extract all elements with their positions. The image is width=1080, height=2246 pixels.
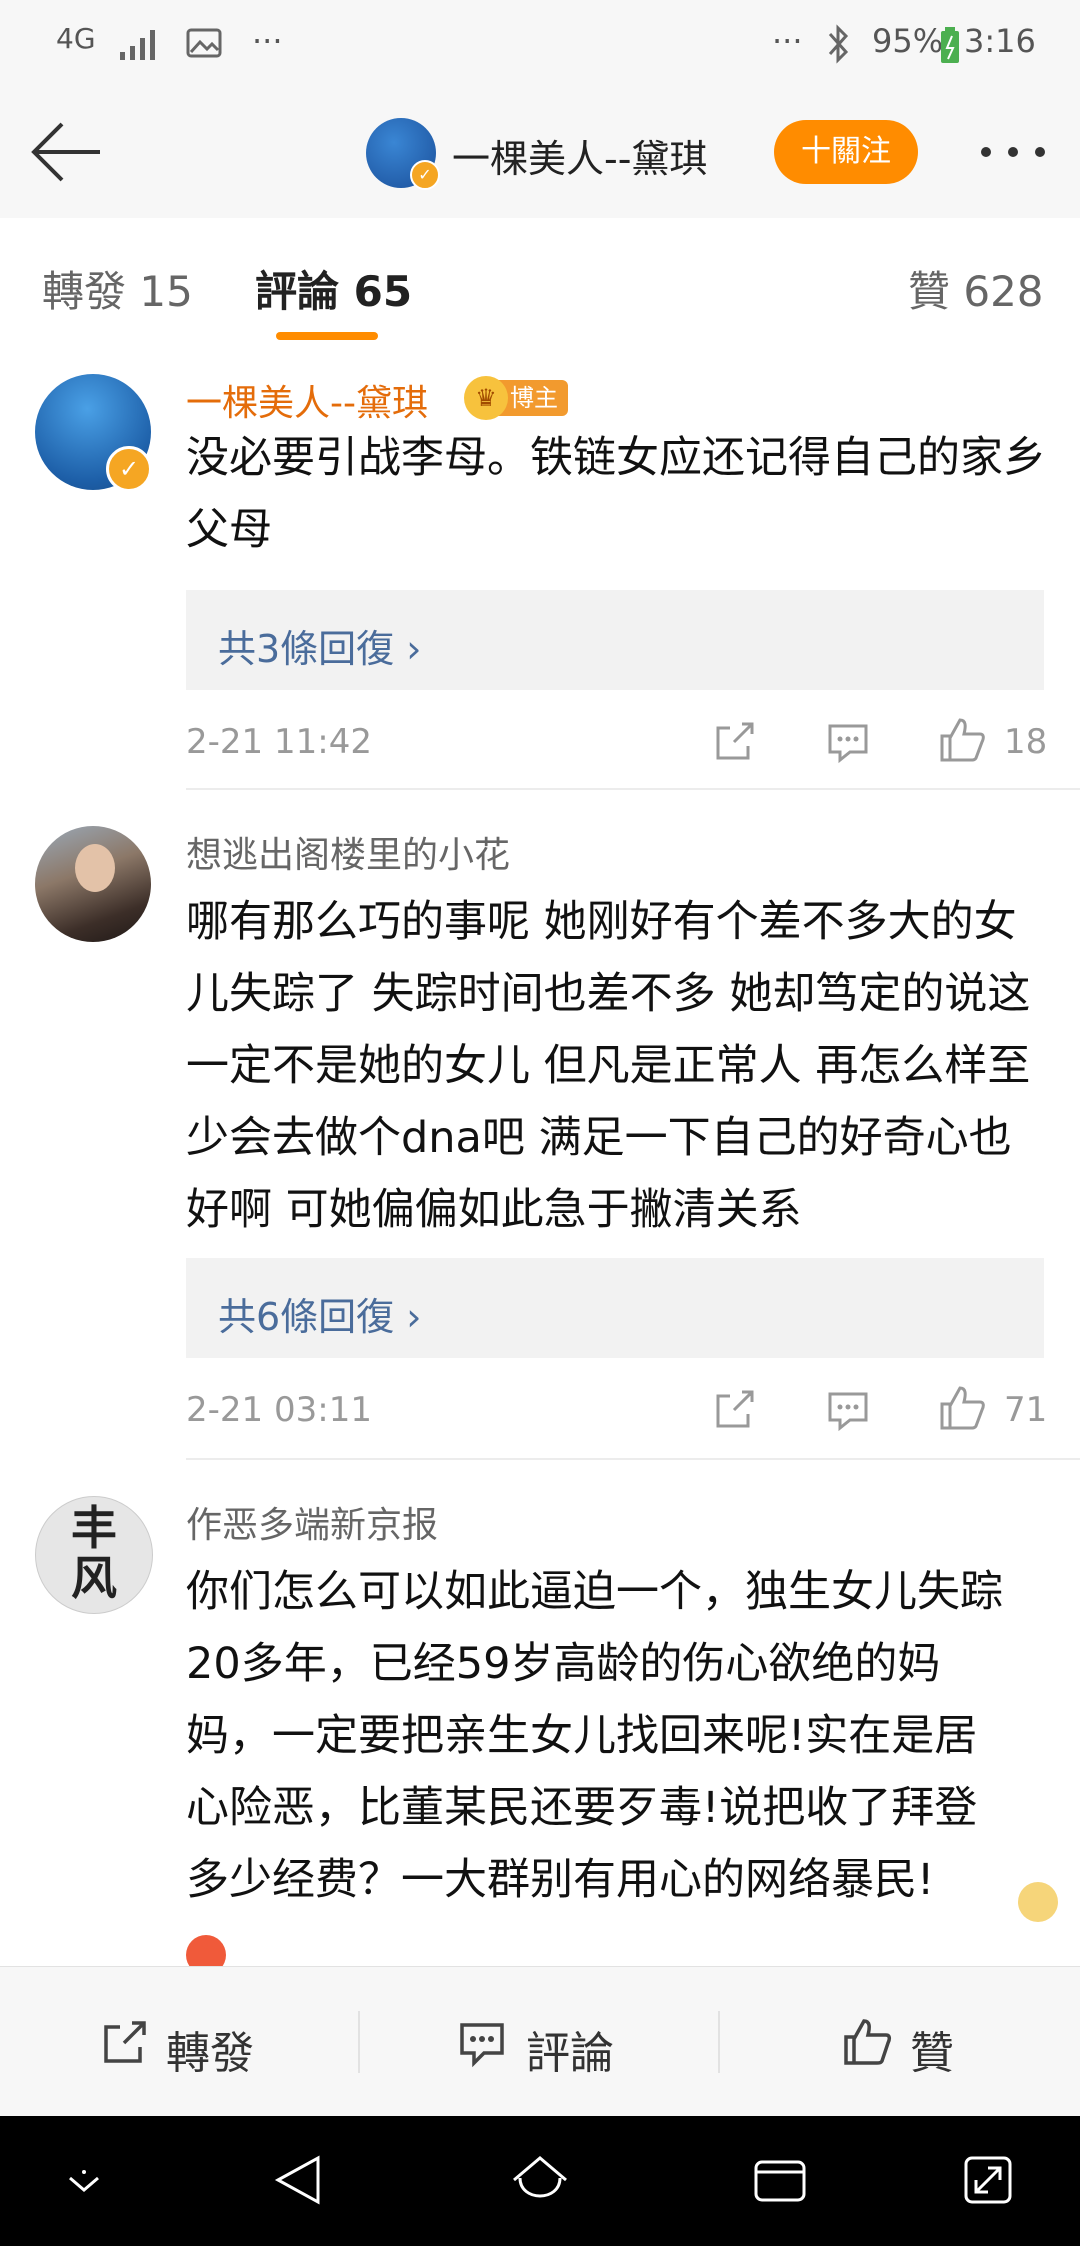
like-count: 71 (1004, 1390, 1048, 1430)
share-icon[interactable] (712, 720, 756, 764)
more-dots-icon[interactable] (978, 142, 1048, 162)
back-arrow-icon[interactable] (28, 120, 104, 184)
like-icon[interactable] (938, 1384, 986, 1432)
replies-box[interactable]: 共3條回復 › (186, 590, 1044, 690)
like-icon[interactable] (938, 716, 986, 764)
nav-expand-icon[interactable] (962, 2154, 1014, 2206)
like-button[interactable]: 贊 (910, 2017, 954, 2081)
comment-text: 你们怎么可以如此逼迫一个，独生女儿失踪20多年，已经59岁高龄的伤心欲绝的妈妈，… (186, 1556, 1058, 1988)
verified-icon: ✓ (106, 446, 152, 492)
signal-icon (120, 30, 155, 60)
avatar[interactable] (35, 826, 151, 942)
commenter-name[interactable]: 一棵美人--黛琪 (186, 374, 428, 426)
crown-icon: ♛ (464, 376, 508, 420)
nav-back-icon[interactable] (272, 2154, 324, 2206)
author-badge: ♛ 博主 (464, 376, 568, 420)
nav-home-icon[interactable] (510, 2152, 570, 2208)
top-bar: ✓ 一棵美人--黛琪 十關注 (0, 90, 1080, 219)
battery-icon (941, 27, 959, 63)
replies-link[interactable]: 共6條回復 › (218, 1286, 421, 1341)
divider (358, 2011, 360, 2073)
clock: 3:16 (964, 22, 1036, 60)
bluetooth-icon (828, 24, 849, 64)
comment-text-content: 你们怎么可以如此逼迫一个，独生女儿失踪20多年，已经59岁高龄的伤心欲绝的妈妈，… (186, 1567, 1003, 1905)
avatar-face (75, 844, 115, 892)
tab-likes[interactable]: 贊 628 (908, 258, 1044, 319)
tab-comments[interactable]: 評論 65 (255, 258, 412, 319)
replies-box[interactable]: 共6條回復 › (186, 1258, 1044, 1358)
like-icon (844, 2019, 892, 2065)
header-title: 一棵美人--黛琪 (452, 137, 708, 181)
doge-emoji-icon (1018, 1882, 1058, 1922)
commenter-name[interactable]: 作恶多端新京报 (186, 1496, 438, 1548)
avatar-calligraphy: 丰风 (71, 1501, 117, 1605)
comment-time: 2-21 11:42 (186, 722, 372, 762)
status-more-left: ··· (252, 22, 283, 60)
follow-button[interactable]: 十關注 (774, 120, 918, 184)
battery-percent: 95% (872, 22, 944, 60)
network-indicator: 4G (56, 22, 96, 55)
comment-icon[interactable] (826, 1390, 870, 1434)
tab-bar: 轉發 15 評論 65 贊 628 (0, 218, 1080, 351)
system-nav-bar (0, 2116, 1080, 2246)
repost-button[interactable]: 轉發 (166, 2017, 254, 2081)
comment-icon (460, 2023, 504, 2068)
comment-icon[interactable] (826, 722, 870, 766)
avatar[interactable]: 丰风 (35, 1496, 153, 1614)
comment-text: 哪有那么巧的事呢 她刚好有个差不多大的女儿失踪了 失踪时间也差不多 她却笃定的说… (186, 897, 1031, 1235)
nav-recents-icon[interactable] (752, 2158, 808, 2204)
image-icon (186, 28, 222, 58)
comment-item: ✓ 一棵美人--黛琪 ♛ 博主 没必要引战李母。铁链女应还记得自己的家乡父母 共… (0, 350, 1080, 790)
comment-time: 2-21 03:11 (186, 1390, 372, 1430)
comment-text: 没必要引战李母。铁链女应还记得自己的家乡父母 (186, 433, 1046, 555)
author-badge-label: 博主 (510, 384, 558, 412)
tab-repost[interactable]: 轉發 15 (42, 258, 193, 319)
comment-item: 丰风 作恶多端新京报 你们怎么可以如此逼迫一个，独生女儿失踪20多年，已经59岁… (0, 1460, 1080, 1975)
share-icon (104, 2021, 146, 2063)
comment-button[interactable]: 評論 (526, 2017, 614, 2081)
divider (718, 2011, 720, 2073)
share-icon[interactable] (712, 1388, 756, 1432)
comment-item: 想逃出阁楼里的小花 哪有那么巧的事呢 她刚好有个差不多大的女儿失踪了 失踪时间也… (0, 790, 1080, 1458)
replies-link[interactable]: 共3條回復 › (218, 618, 421, 673)
nav-down-icon[interactable] (64, 2168, 104, 2198)
commenter-name[interactable]: 想逃出阁楼里的小花 (186, 826, 510, 878)
action-bar: 轉發 評論 贊 (0, 1966, 1080, 2117)
like-count: 18 (1004, 722, 1048, 762)
status-bar: 4G ··· ··· 95% 3:16 (0, 0, 1080, 90)
status-more-right: ··· (772, 22, 803, 60)
verified-icon: ✓ (410, 160, 440, 190)
active-tab-indicator (276, 332, 378, 340)
